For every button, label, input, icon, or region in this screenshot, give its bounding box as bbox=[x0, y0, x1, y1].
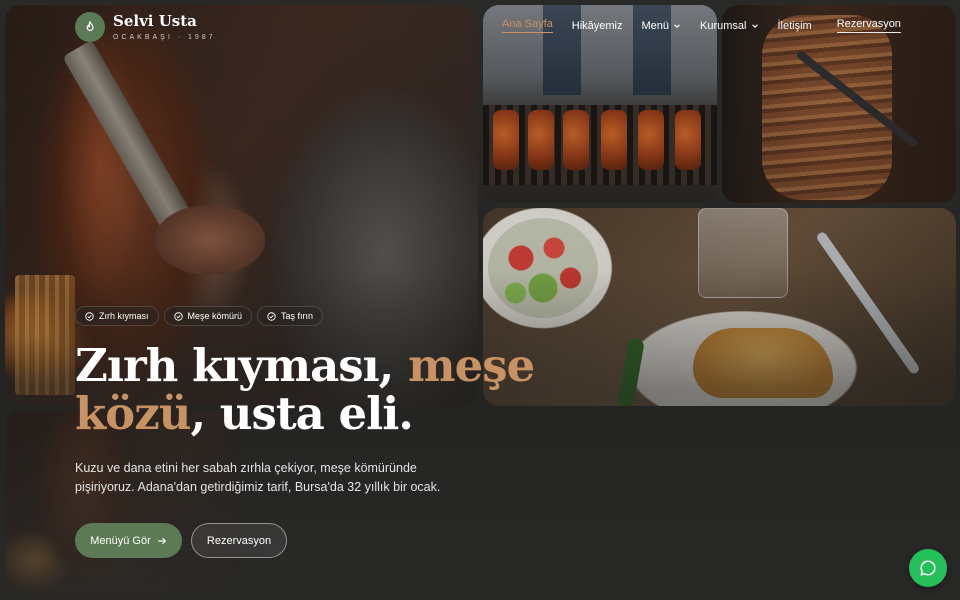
brand-name: Selvi Usta bbox=[113, 11, 197, 30]
kebab-skewer bbox=[601, 110, 627, 170]
kebab-skewer bbox=[675, 110, 701, 170]
main-navigation: Ana Sayfa Hikâyemiz Menü Kurumsal İletiş… bbox=[502, 18, 901, 33]
photo-doner-closeup bbox=[722, 5, 956, 203]
check-circle-icon bbox=[267, 311, 276, 321]
lattice-window-decor bbox=[15, 275, 75, 395]
kebab-skewer bbox=[493, 110, 519, 170]
arrow-right-icon bbox=[157, 537, 166, 544]
nav-item-label: Menü bbox=[641, 19, 670, 32]
nav-item-corporate[interactable]: Kurumsal bbox=[700, 20, 758, 32]
chevron-down-icon bbox=[751, 23, 758, 28]
hero-title-accent: meşe bbox=[408, 339, 535, 392]
nav-item-story[interactable]: Hikâyemiz bbox=[572, 20, 623, 32]
reservation-button[interactable]: Rezervasyon bbox=[191, 523, 287, 558]
flame-icon bbox=[75, 12, 105, 42]
nav-reservation-link[interactable]: Rezervasyon bbox=[836, 18, 901, 33]
hero-description: Kuzu ve dana etini her sabah zırhla çeki… bbox=[75, 461, 441, 494]
view-menu-button[interactable]: Menüyü Gör bbox=[75, 523, 182, 558]
knife-shape bbox=[62, 39, 192, 231]
nav-item-contact[interactable]: İletişim bbox=[778, 20, 812, 32]
feature-badge: Taş fırın bbox=[257, 306, 324, 326]
feature-badge: Zırh kıyması bbox=[75, 306, 159, 326]
chevron-down-icon bbox=[674, 23, 680, 28]
check-circle-icon bbox=[173, 311, 183, 321]
chef-hand-shape bbox=[155, 205, 265, 275]
nav-item-menu[interactable]: Menü bbox=[642, 20, 682, 32]
hero-title: Zırh kıyması, meşe közü, usta eli. bbox=[75, 342, 555, 438]
nav-item-label: İletişim bbox=[777, 19, 812, 32]
whatsapp-chat-button[interactable] bbox=[909, 549, 947, 587]
nav-item-home[interactable]: Ana Sayfa bbox=[502, 18, 553, 33]
kebab-skewer bbox=[638, 110, 664, 170]
view-menu-button-label: Menüyü Gör bbox=[90, 534, 151, 547]
hero-actions: Menüyü Gör Rezervasyon bbox=[75, 523, 287, 558]
brand-logo[interactable]: Selvi Usta OCAKBAŞI · 1987 bbox=[75, 12, 216, 42]
kebab-skewer bbox=[528, 110, 554, 170]
photo-kebab-skewers bbox=[483, 5, 717, 203]
nav-item-label: Kurumsal bbox=[700, 19, 747, 32]
feature-badge-label: Meşe kömürü bbox=[187, 311, 243, 321]
reservation-button-label: Rezervasyon bbox=[206, 534, 272, 547]
nav-item-label: Ana Sayfa bbox=[502, 18, 553, 33]
hero-title-part: Zırh kıyması, bbox=[75, 339, 408, 392]
green-pepper-shape bbox=[617, 337, 645, 406]
feature-badge-label: Zırh kıyması bbox=[99, 311, 149, 321]
hero-title-part: , usta eli. bbox=[190, 387, 413, 440]
fork-shape bbox=[815, 230, 921, 376]
nav-item-label: Hikâyemiz bbox=[571, 19, 623, 32]
water-glass-shape bbox=[698, 208, 788, 298]
kebab-skewer bbox=[563, 110, 589, 170]
feature-badges: Zırh kıyması Meşe kömürü Taş fırın bbox=[75, 306, 324, 326]
chat-bubble-icon bbox=[920, 560, 936, 576]
brand-tagline: OCAKBAŞI · 1987 bbox=[113, 33, 216, 41]
nav-cta-label: Rezervasyon bbox=[836, 18, 901, 33]
salad-bowl-shape bbox=[488, 218, 598, 318]
bread-shape bbox=[693, 328, 833, 398]
hero-title-accent: közü bbox=[75, 387, 191, 440]
check-circle-icon bbox=[85, 311, 94, 321]
feature-badge-label: Taş fırın bbox=[281, 311, 314, 321]
feature-badge: Meşe kömürü bbox=[163, 306, 253, 326]
